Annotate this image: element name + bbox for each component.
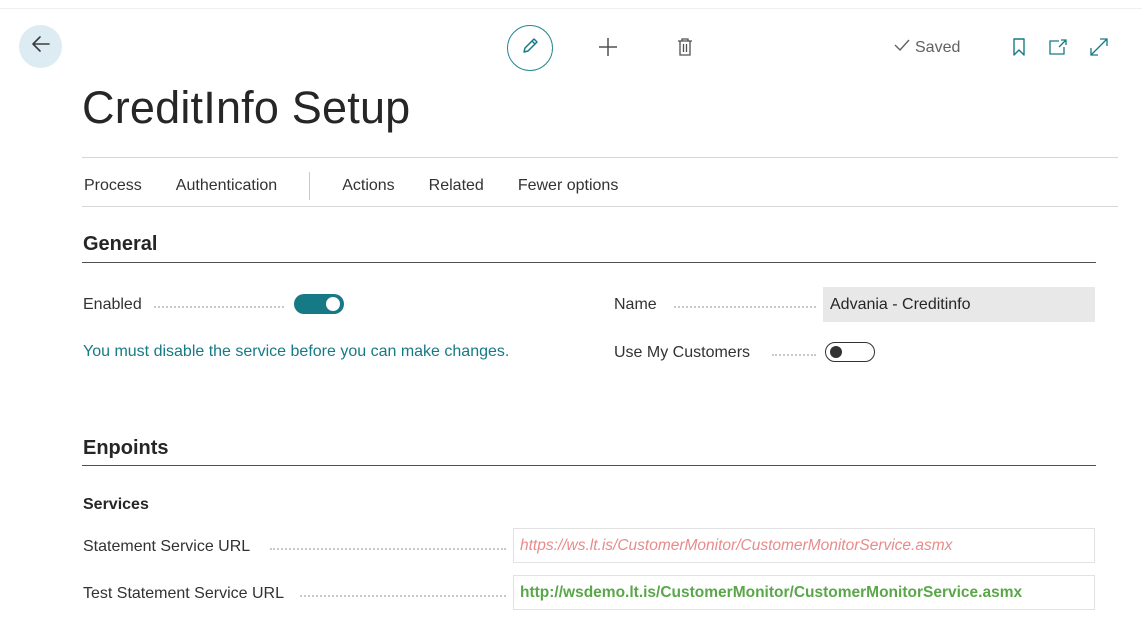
services-group-title: Services [83,496,149,513]
toggle-knob [326,297,340,311]
action-process[interactable]: Process [84,177,142,195]
use-my-customers-leader-dots [772,354,816,356]
top-divider [0,8,1142,9]
bookmark-icon [1012,37,1026,62]
test-statement-url-leader-dots [300,595,506,597]
saved-status: Saved [893,38,960,57]
delete-button[interactable] [673,37,697,61]
open-in-new-window-icon [1048,38,1068,61]
checkmark-icon [893,38,911,57]
expand-icon [1089,37,1109,62]
arrow-left-icon [30,33,52,60]
edit-button[interactable] [507,25,553,71]
action-fewer-options[interactable]: Fewer options [518,177,619,195]
plus-icon [597,36,619,63]
info-message: You must disable the service before you … [83,343,510,360]
section-endpoints-title[interactable]: Enpoints [83,437,169,460]
enabled-toggle[interactable] [294,294,344,314]
toggle-knob [830,345,842,358]
saved-label: Saved [915,38,961,56]
name-field[interactable]: Advania - Creditinfo [823,287,1095,322]
name-leader-dots [674,306,816,308]
use-my-customers-label: Use My Customers [614,344,751,361]
statement-url-leader-dots [270,548,506,550]
pencil-icon [520,36,540,61]
section-endpoints-rule [82,465,1096,466]
trash-icon [676,37,694,62]
action-actions[interactable]: Actions [342,177,394,195]
enabled-label: Enabled [83,296,142,313]
action-bar: Process Authentication Actions Related F… [84,172,618,200]
action-separator [309,172,311,200]
name-label: Name [614,296,657,313]
use-my-customers-toggle[interactable] [825,342,875,362]
page-title: CreditInfo Setup [82,82,411,133]
test-statement-url-field[interactable]: http://wsdemo.lt.is/CustomerMonitor/Cust… [513,575,1095,610]
enabled-leader-dots [154,306,284,308]
actionbar-bottom-divider [82,206,1118,207]
new-button[interactable] [595,36,621,62]
back-button[interactable] [19,25,62,68]
statement-url-label: Statement Service URL [83,538,251,555]
statement-url-field[interactable]: https://ws.lt.is/CustomerMonitor/Custome… [513,528,1095,563]
section-general-rule [82,262,1096,263]
section-general-title[interactable]: General [83,233,157,256]
open-new-window-button[interactable] [1046,38,1070,60]
bookmark-button[interactable] [1009,37,1029,61]
action-related[interactable]: Related [429,177,484,195]
expand-button[interactable] [1087,37,1111,61]
test-statement-url-label: Test Statement Service URL [83,585,284,602]
actionbar-top-divider [82,157,1118,158]
action-authentication[interactable]: Authentication [176,177,277,195]
